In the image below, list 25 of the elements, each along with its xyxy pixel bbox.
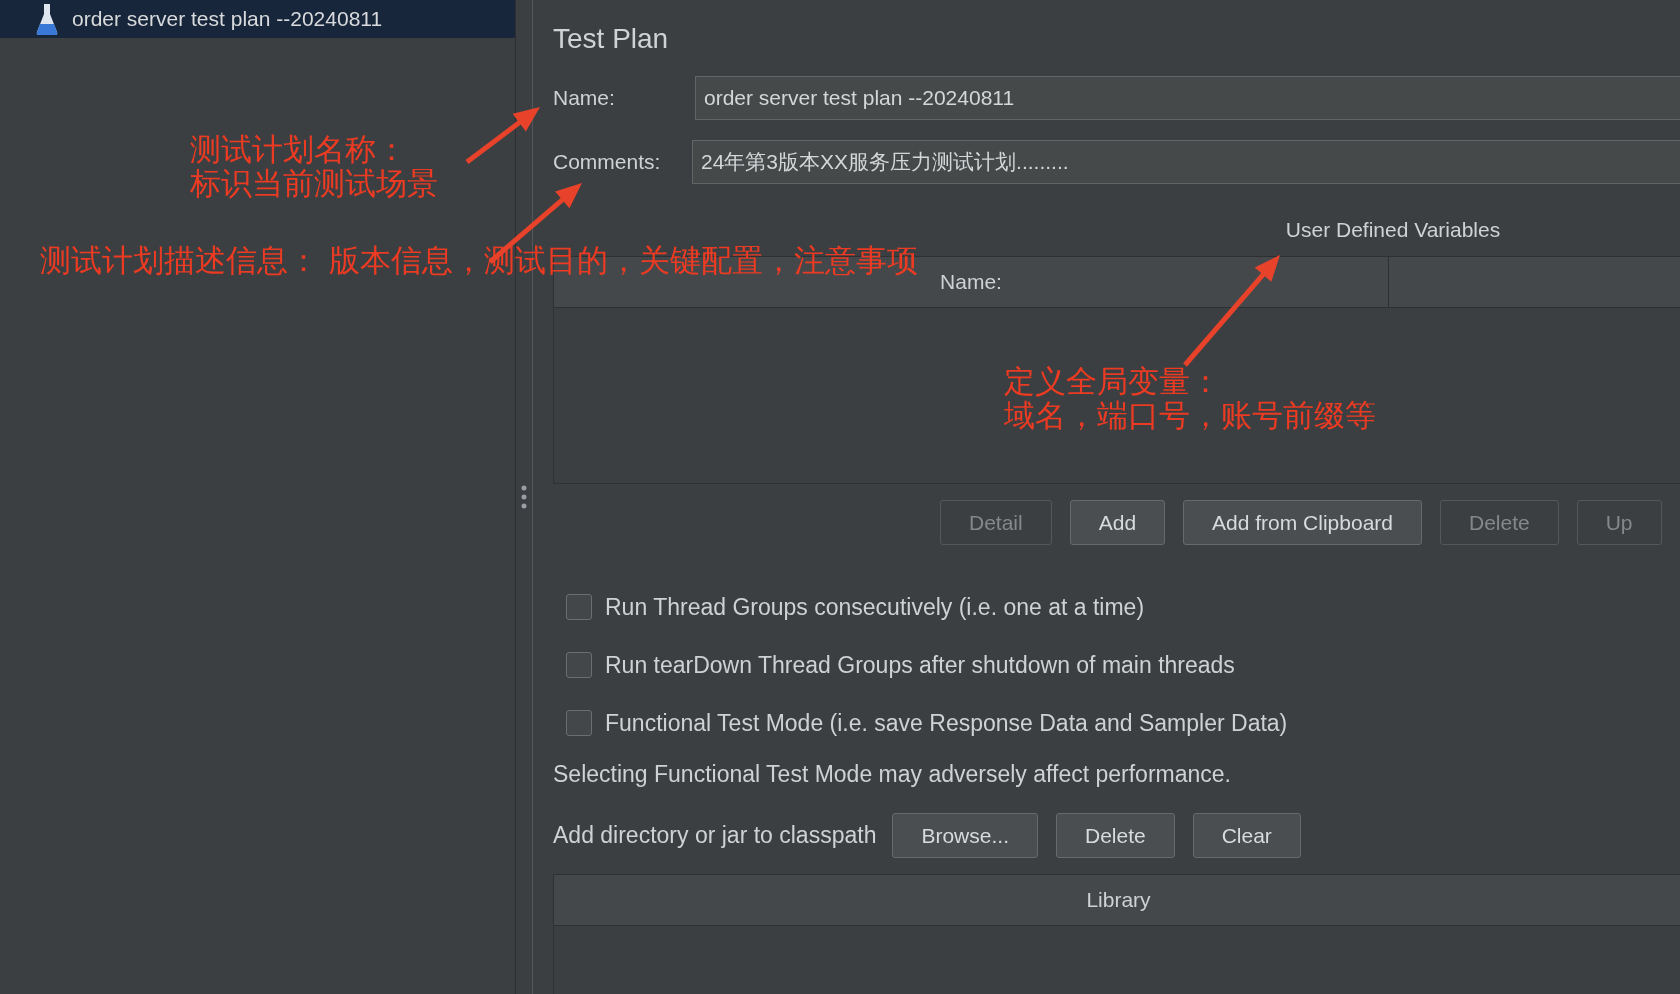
annotation-text: 定义全局变量： 域名，端口号，账号前缀等 [1004, 364, 1376, 432]
field-label: Name: [553, 86, 616, 110]
checkbox[interactable] [566, 710, 592, 736]
grip-icon[interactable] [521, 485, 527, 509]
annotation-text: 测试计划名称： 标识当前测试场景 [190, 132, 438, 200]
checkbox[interactable] [566, 652, 592, 678]
panel-title: Test Plan [553, 22, 670, 56]
text-field[interactable]: 24年第3版本XX服务压力测试计划......... [692, 140, 1680, 184]
flask-icon [36, 2, 58, 36]
action-button[interactable]: Browse... [892, 813, 1038, 858]
text-field[interactable]: order server test plan --20240811 [695, 76, 1680, 120]
field-label: Comments: [553, 150, 662, 174]
checkbox-label: Run tearDown Thread Groups after shutdown of main threads [605, 651, 1235, 679]
action-button[interactable]: Clear [1192, 813, 1301, 858]
classpath-label: Add directory or jar to classpath [553, 822, 877, 849]
action-button[interactable]: Delete [1055, 813, 1175, 858]
section-title: User Defined Variables [1284, 218, 1502, 242]
checkbox[interactable] [566, 594, 592, 620]
column-header: Library [1085, 887, 1152, 913]
action-button[interactable]: Add [1069, 500, 1166, 545]
checkbox-label: Run Thread Groups consecutively (i.e. one at a time) [605, 593, 1145, 621]
tree-item[interactable]: order server test plan --20240811 [0, 0, 515, 38]
action-button[interactable]: Add from Clipboard [1183, 500, 1422, 545]
checkbox-label: Functional Test Mode (i.e. save Response Data and Sampler Data) [605, 709, 1288, 737]
warning-text: Selecting Functional Test Mode may adversely affect performance. [553, 760, 1232, 789]
